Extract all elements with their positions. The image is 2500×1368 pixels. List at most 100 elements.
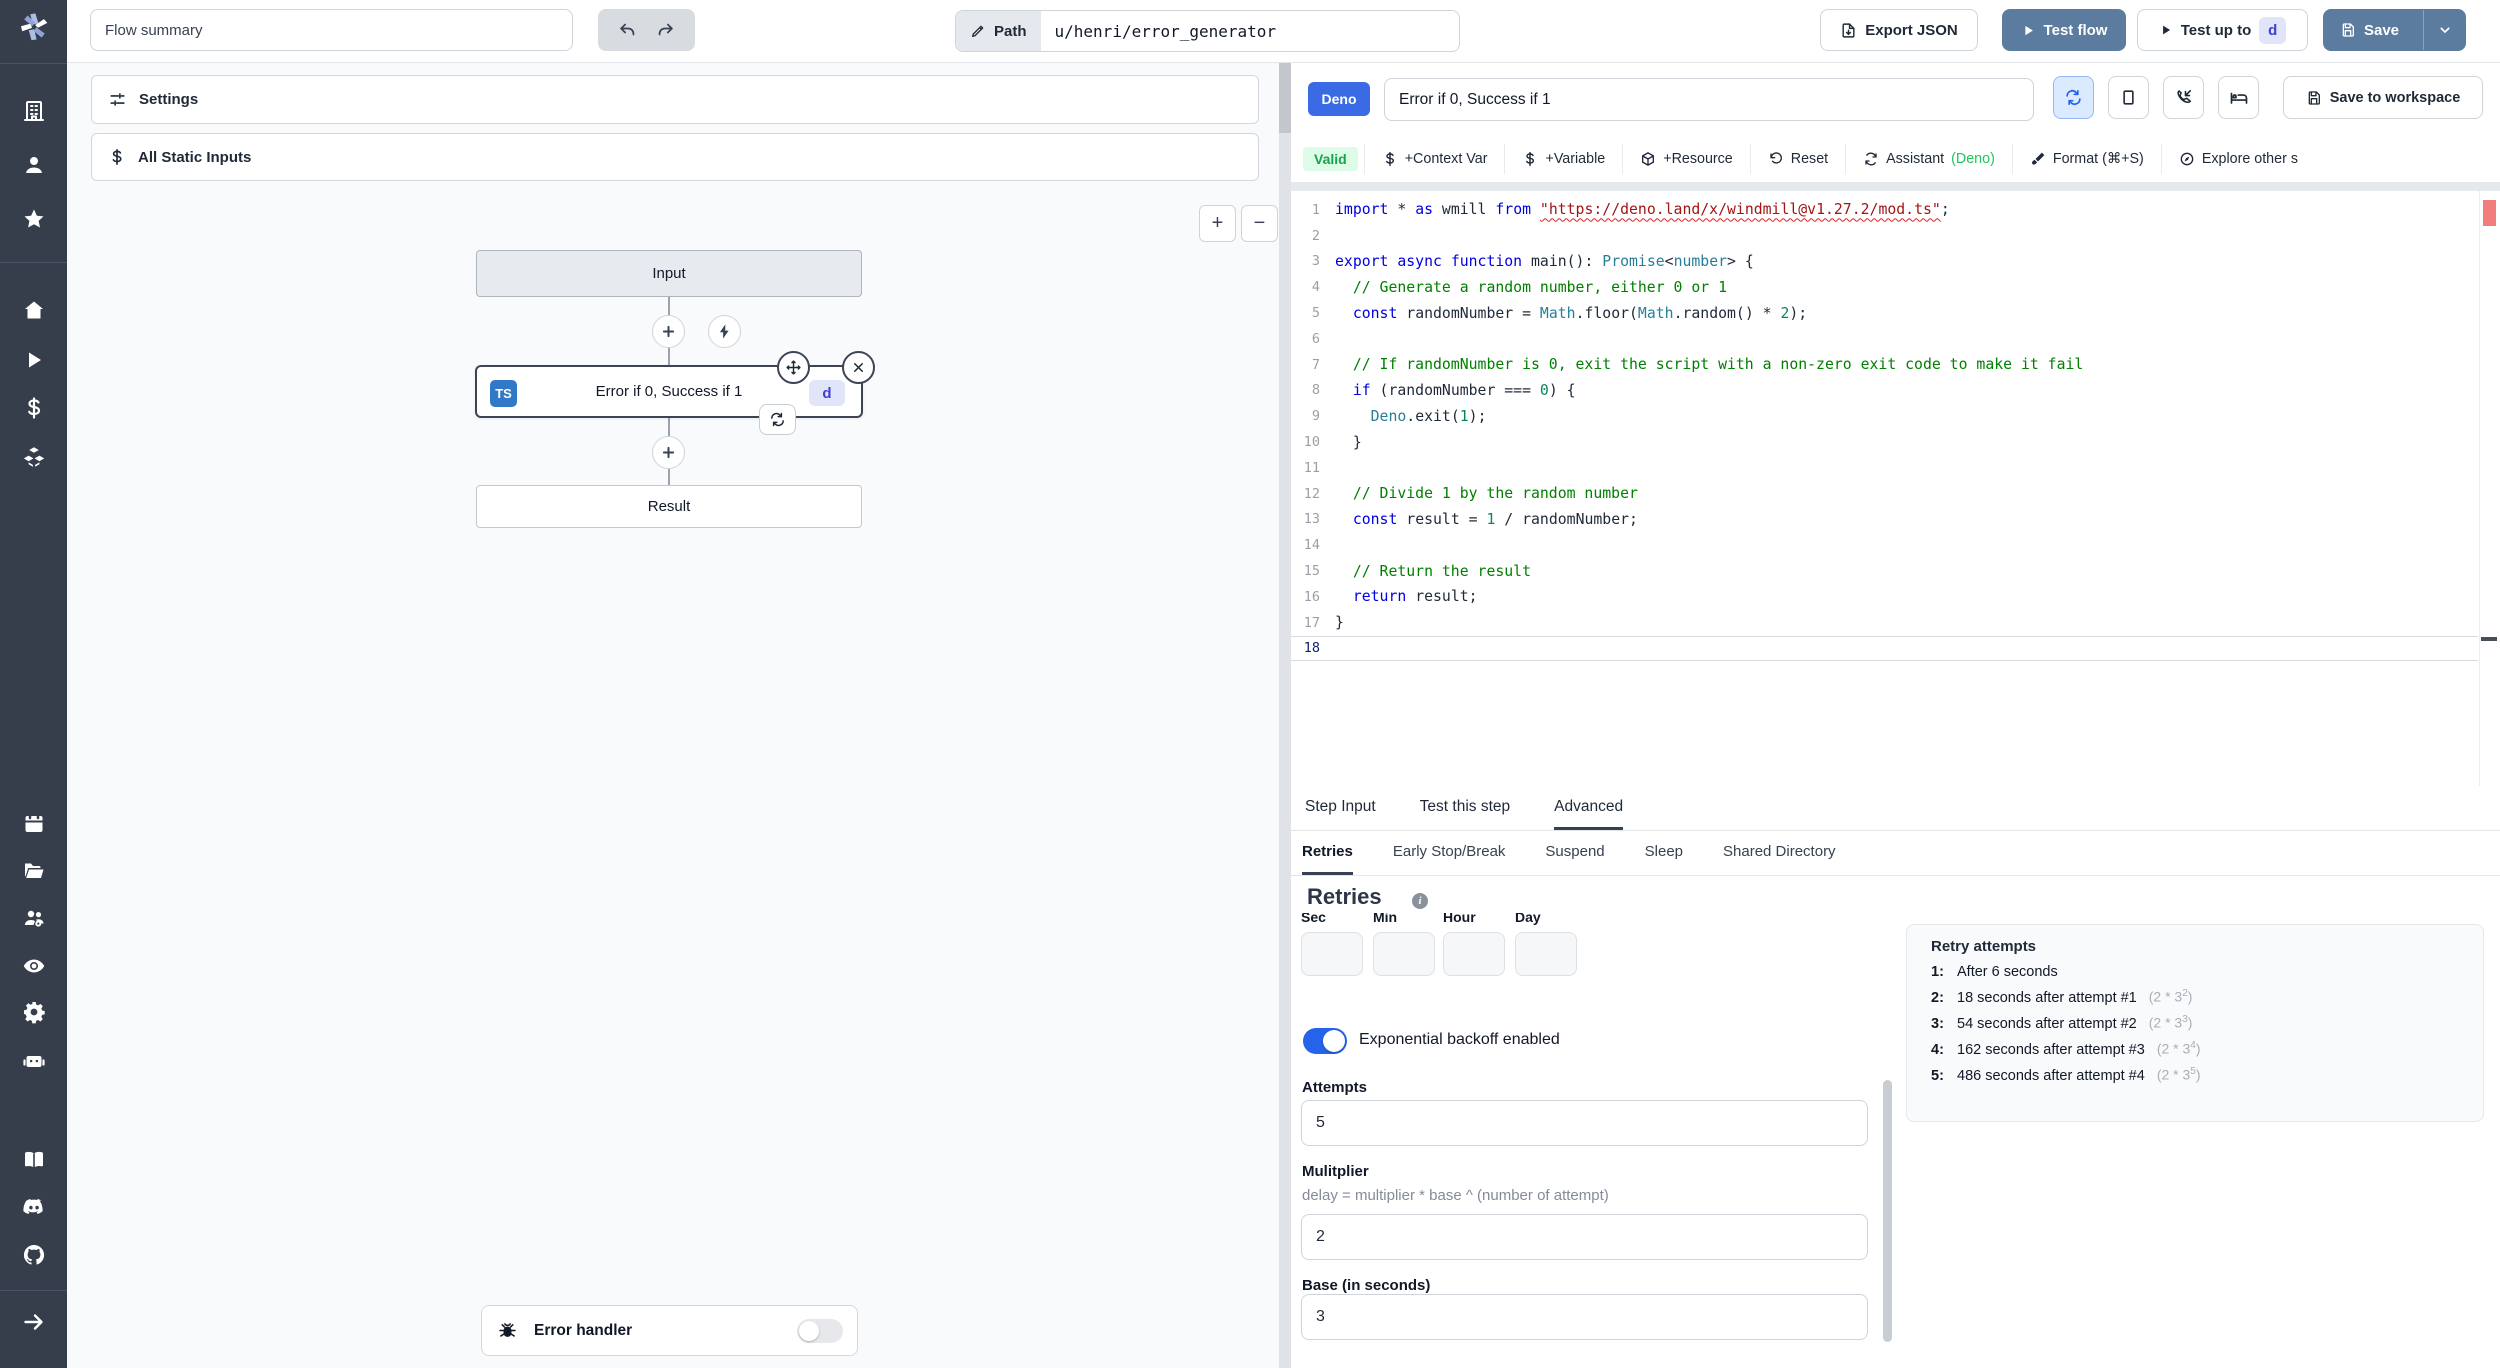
flow-settings-button[interactable]: Settings	[91, 75, 1259, 124]
sidebar-item-cubes[interactable]	[0, 445, 67, 469]
sidebar-item-home[interactable]	[0, 298, 67, 322]
flow-node-result[interactable]: Result	[476, 485, 862, 528]
test-flow-button[interactable]: Test flow	[2002, 9, 2126, 51]
canvas-zoom-out-button[interactable]: −	[1241, 205, 1278, 242]
all-static-inputs-button[interactable]: All Static Inputs	[91, 133, 1259, 181]
phone-incoming-button[interactable]	[2163, 76, 2204, 119]
scrollbar-thumb[interactable]	[1883, 1080, 1892, 1342]
move-step-button[interactable]	[777, 351, 810, 384]
tab-step-input[interactable]: Step Input	[1305, 786, 1376, 830]
time-unit-input-min[interactable]	[1373, 932, 1435, 976]
sidebar-item-play[interactable]	[0, 348, 67, 372]
retry-settings-button[interactable]	[2053, 76, 2094, 119]
code-line-5[interactable]: 5 const randomNumber = Math.floor(Math.r…	[1291, 300, 2478, 326]
sidebar-item-eye[interactable]	[0, 954, 67, 978]
save-dropdown-button[interactable]	[2423, 10, 2465, 50]
save-button[interactable]: Save	[2324, 22, 2415, 39]
code-line-9[interactable]: 9 Deno.exit(1);	[1291, 403, 2478, 429]
sidebar-item-gear[interactable]	[0, 1000, 67, 1024]
sleep-button[interactable]	[2218, 76, 2259, 119]
code-editor[interactable]: 1 import * as wmill from "https://deno.la…	[1291, 191, 2500, 786]
time-unit-input-hour[interactable]	[1443, 932, 1505, 976]
sidebar-item-book[interactable]	[0, 1147, 67, 1171]
save-icon	[2342, 23, 2354, 37]
toolbar-format----s-button[interactable]: Format (⌘+S)	[2011, 143, 2161, 174]
panel-splitter[interactable]	[1279, 63, 1291, 1368]
sidebar-item-robot[interactable]	[0, 1048, 67, 1072]
exponential-backoff-toggle[interactable]	[1303, 1028, 1347, 1054]
multiplier-input[interactable]	[1301, 1214, 1868, 1260]
code-line-12[interactable]: 12 // Divide 1 by the random number	[1291, 481, 2478, 507]
sidebar-item-calendar[interactable]	[0, 811, 67, 835]
code-line-8[interactable]: 8 if (randomNumber === 0) {	[1291, 378, 2478, 404]
subtab-early-stop-break[interactable]: Early Stop/Break	[1393, 831, 1506, 875]
time-unit-input-sec[interactable]	[1301, 932, 1363, 976]
time-unit-input-day[interactable]	[1515, 932, 1577, 976]
flow-node-input[interactable]: Input	[476, 250, 862, 297]
sidebar-item-star[interactable]	[0, 207, 67, 231]
subtab-shared-directory[interactable]: Shared Directory	[1723, 831, 1836, 875]
code-line-6[interactable]: 6	[1291, 326, 2478, 352]
code-line-15[interactable]: 15 // Return the result	[1291, 558, 2478, 584]
mobile-view-button[interactable]	[2108, 76, 2149, 119]
tab-test-this-step[interactable]: Test this step	[1420, 786, 1510, 830]
code-line-10[interactable]: 10 }	[1291, 429, 2478, 455]
code-line-2[interactable]: 2	[1291, 223, 2478, 249]
code-line-4[interactable]: 4 // Generate a random number, either 0 …	[1291, 274, 2478, 300]
base-seconds-input[interactable]	[1301, 1294, 1868, 1340]
code-line-14[interactable]: 14	[1291, 532, 2478, 558]
toolbar--resourcebutton[interactable]: +Resource	[1622, 143, 1750, 174]
export-json-button[interactable]: Export JSON	[1820, 9, 1978, 51]
windmill-logo-icon[interactable]	[0, 10, 67, 44]
insert-step-button[interactable]	[652, 315, 685, 348]
subtab-sleep[interactable]: Sleep	[1645, 831, 1683, 875]
toolbar--context-varbutton[interactable]: +Context Var	[1363, 143, 1505, 174]
step-retry-indicator[interactable]	[759, 404, 796, 435]
sidebar-item-building[interactable]	[0, 99, 67, 123]
code-line-13[interactable]: 13 const result = 1 / randomNumber;	[1291, 507, 2478, 533]
sidebar-item-groups[interactable]	[0, 906, 67, 930]
delete-step-button[interactable]	[842, 351, 875, 384]
code-line-18[interactable]: 18	[1291, 635, 2478, 662]
path-value-input[interactable]: u/henri/error_generator	[1041, 11, 1291, 51]
error-handler-toggle[interactable]	[797, 1318, 843, 1343]
flow-node-step[interactable]: TS Error if 0, Success if 1 d	[475, 351, 875, 435]
code-line-1[interactable]: 1 import * as wmill from "https://deno.la…	[1291, 197, 2478, 223]
sidebar-item-github[interactable]	[0, 1243, 67, 1267]
code-line-7[interactable]: 7 // If randomNumber is 0, exit the scri…	[1291, 352, 2478, 378]
undo-redo-group	[598, 9, 695, 51]
subtab-suspend[interactable]: Suspend	[1545, 831, 1604, 875]
editor-resize-handle[interactable]	[1291, 183, 2500, 191]
toolbar-explore-other-sbutton[interactable]: Explore other s	[2160, 143, 2315, 174]
bug-icon	[497, 1320, 518, 1341]
redo-button[interactable]	[656, 21, 675, 40]
code-line-11[interactable]: 11	[1291, 455, 2478, 481]
error-handler-bar[interactable]: Error handler	[481, 1305, 858, 1356]
save-button-group: Save	[2323, 9, 2466, 51]
multiplier-help-text: delay = multiplier * base ^ (number of a…	[1302, 1187, 1609, 1204]
sidebar-expand-button[interactable]	[0, 1310, 67, 1334]
subtab-retries[interactable]: Retries	[1302, 831, 1353, 875]
toolbar-resetbutton[interactable]: Reset	[1749, 143, 1845, 174]
code-line-16[interactable]: 16 return result;	[1291, 584, 2478, 610]
code-line-3[interactable]: 3 export async function main(): Promise<n…	[1291, 249, 2478, 275]
undo-button[interactable]	[618, 21, 637, 40]
save-to-workspace-button[interactable]: Save to workspace	[2283, 76, 2483, 119]
attempts-input[interactable]	[1301, 1100, 1868, 1146]
toolbar-assistant-button[interactable]: Assistant (Deno)	[1845, 143, 2012, 174]
toolbar--variablebutton[interactable]: +Variable	[1504, 143, 1622, 174]
insert-step-button[interactable]	[652, 436, 685, 469]
step-name-input[interactable]	[1384, 78, 2034, 121]
tab-advanced[interactable]: Advanced	[1554, 786, 1624, 830]
play-icon	[2021, 23, 2036, 38]
canvas-zoom-in-button[interactable]: +	[1199, 205, 1236, 242]
sidebar-item-dollar[interactable]	[0, 396, 67, 420]
test-up-to-button[interactable]: Test up to d	[2137, 9, 2308, 51]
info-icon[interactable]: i	[1412, 893, 1428, 909]
flow-summary-input[interactable]	[90, 9, 573, 51]
sidebar-item-discord[interactable]	[0, 1195, 67, 1219]
sidebar-item-folder[interactable]	[0, 858, 67, 882]
trigger-step-button[interactable]	[708, 315, 741, 348]
code-line-17[interactable]: 17}	[1291, 610, 2478, 636]
sidebar-item-user[interactable]	[0, 153, 67, 177]
